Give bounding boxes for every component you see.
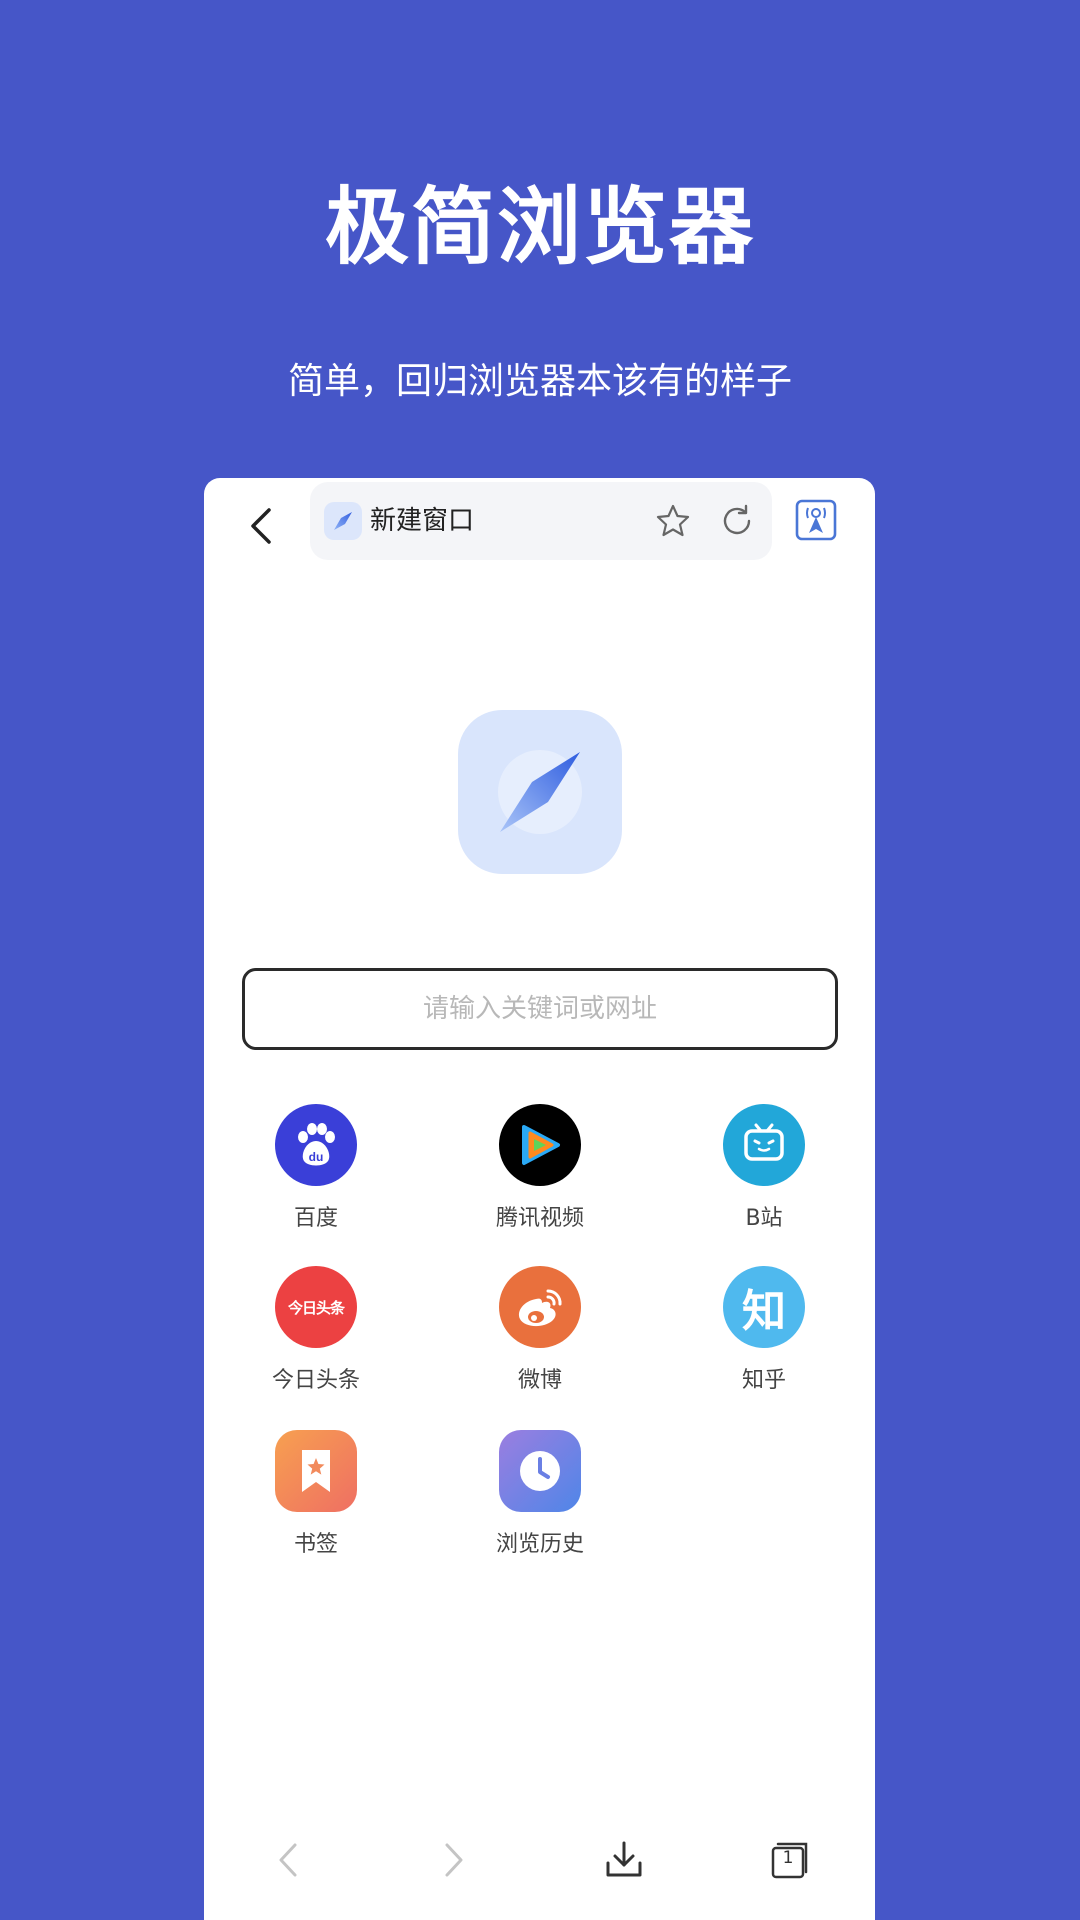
compass-icon [324, 502, 362, 540]
shortcut-label: 知乎 [741, 1368, 786, 1393]
shortcut-label: 今日头条 [271, 1368, 360, 1393]
shortcut-label: 腾讯视频 [495, 1206, 584, 1231]
search-box[interactable] [242, 968, 838, 1050]
refresh-button[interactable] [718, 502, 756, 540]
star-icon [656, 504, 690, 537]
tab-title: 新建窗口 [370, 506, 475, 536]
history-icon [499, 1430, 581, 1512]
nav-back-button[interactable] [260, 1832, 316, 1888]
shortcut-label: 微博 [517, 1368, 562, 1393]
promo-title: 极简浏览器 [324, 178, 755, 276]
shortcut-baidu[interactable]: du 百度 [236, 1104, 396, 1232]
browser-screen: 新建窗口 请输入关键词或网址 du 百度 腾讯视频 B站 今日头条 今日头条 微… [204, 478, 875, 1920]
reader-icon [795, 499, 837, 541]
back-button[interactable] [234, 498, 290, 554]
download-button[interactable] [596, 1832, 652, 1888]
nav-forward-button[interactable] [426, 1832, 482, 1888]
shortcut-toutiao[interactable]: 今日头条 今日头条 [236, 1266, 396, 1394]
chevron-right-icon [445, 1843, 463, 1877]
tabs-button[interactable]: 1 [762, 1832, 818, 1888]
chevron-left-icon [251, 508, 271, 544]
baidu-icon: du [275, 1104, 357, 1186]
shortcut-weibo[interactable]: 微博 [460, 1266, 620, 1394]
download-icon [606, 1841, 642, 1877]
refresh-icon [723, 504, 751, 535]
svg-text:du: du [309, 1150, 324, 1164]
shortcut-tencent-video[interactable]: 腾讯视频 [460, 1104, 620, 1232]
tab-count: 1 [782, 1848, 794, 1868]
chevron-left-icon [279, 1843, 297, 1877]
weibo-icon [499, 1266, 581, 1348]
shortcut-bilibili[interactable]: B站 [684, 1104, 844, 1232]
promo-subtitle: 简单，回归浏览器本该有的样子 [287, 361, 792, 402]
shortcut-bookmarks[interactable]: 书签 [236, 1430, 396, 1558]
search-input[interactable] [245, 971, 835, 1047]
address-bar[interactable]: 新建窗口 [310, 482, 772, 560]
reader-mode-button[interactable] [794, 498, 838, 542]
shortcut-label: 书签 [293, 1532, 338, 1557]
shortcut-zhihu[interactable]: 知 知乎 [684, 1266, 844, 1394]
bottom-toolbar: 1 [204, 1812, 875, 1912]
bookmark-icon [275, 1430, 357, 1512]
shortcut-history[interactable]: 浏览历史 [460, 1430, 620, 1558]
bookmark-star-button[interactable] [654, 502, 692, 540]
browser-logo [458, 710, 622, 874]
bilibili-icon [723, 1104, 805, 1186]
tencent-video-icon [499, 1104, 581, 1186]
shortcut-label: 浏览历史 [495, 1532, 584, 1557]
toutiao-icon: 今日头条 [275, 1266, 357, 1348]
shortcut-label: 百度 [293, 1206, 338, 1231]
zhihu-icon: 知 [723, 1266, 805, 1348]
compass-icon [498, 750, 582, 834]
shortcut-label: B站 [745, 1206, 783, 1231]
